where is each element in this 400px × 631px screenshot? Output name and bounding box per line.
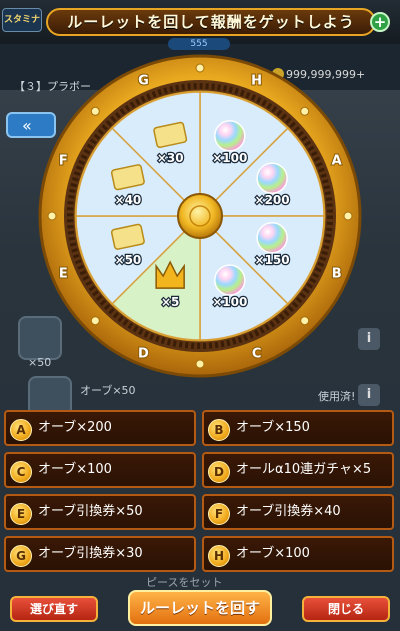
rim-letter: D [138,347,149,362]
wheel-hub[interactable] [177,193,223,239]
segment-label: ×40 [115,193,142,207]
rainbow-orb-icon [256,222,288,254]
rim-bolt [195,359,205,369]
close-button[interactable]: 閉じる [302,596,390,622]
stamina-badge: スタミナ [2,8,42,32]
letter-badge-icon: F [208,503,230,525]
reward-text: オーブ×150 [236,420,310,435]
reward-item-f: F オーブ引換券×40 [202,494,394,530]
spin-roulette-button[interactable]: ルーレットを回す [128,590,272,626]
rim-bolt [195,63,205,73]
segment-label: ×200 [255,193,290,207]
reward-text: オーブ×200 [38,420,112,435]
reward-text: オーブ×100 [236,546,310,561]
reward-text: オーブ×100 [38,462,112,477]
reward-text: オーブ引換券×50 [38,504,143,519]
letter-badge-icon: G [10,545,32,567]
sub-counter: 555 [168,38,230,50]
rim-bolt [300,316,310,326]
reward-item-a: A オーブ×200 [4,410,196,446]
double-left-arrow-icon: « [22,116,32,135]
reward-item-b: B オーブ×150 [202,410,394,446]
reward-text: オーブ引換券×30 [38,546,143,561]
item-label: オーブ×50 [80,384,136,397]
rainbow-orb-icon [214,264,246,296]
rim-bolt [90,106,100,116]
used-label: 使用済! [318,390,356,403]
segment-label: ×50 [115,253,142,267]
rim-bolt [300,106,310,116]
rainbow-orb-icon [256,162,288,194]
roulette-wheel: ×100 ×200 ×150 ×100 ×5 ×50 ×40 ×30 H A B C D E F G [38,54,362,378]
letter-badge-icon: A [10,419,32,441]
letter-badge-icon: H [208,545,230,567]
reward-item-h: H オーブ×100 [202,536,394,572]
reward-item-e: E オーブ引換券×50 [4,494,196,530]
rim-bolt [343,211,353,221]
reselect-button[interactable]: 選び直す [10,596,98,622]
rim-letter: G [138,73,149,88]
letter-badge-icon: B [208,419,230,441]
segment-label: ×100 [212,295,247,309]
title-banner: ルーレットを回して報酬をゲットしよう [46,8,376,36]
reward-item-c: C オーブ×100 [4,452,196,488]
reward-text: オールα10連ガチャ×5 [236,462,372,477]
rim-letter: B [332,267,342,282]
rainbow-orb-icon [214,120,246,152]
rim-bolt [90,316,100,326]
info-icon[interactable]: i [358,384,380,406]
reward-item-d: D オールα10連ガチャ×5 [202,452,394,488]
rim-letter: F [59,153,68,168]
reward-item-g: G オーブ引換券×30 [4,536,196,572]
page-title: ルーレットを回して報酬をゲットしよう [67,13,355,31]
rim-letter: H [251,73,262,88]
letter-badge-icon: E [10,503,32,525]
segment-label: ×5 [161,295,179,309]
rim-letter: C [252,347,262,362]
letter-badge-icon: C [10,461,32,483]
rim-bolt [47,211,57,221]
rim-letter: E [59,267,68,282]
segment-label: ×150 [255,253,290,267]
segment-label: ×100 [212,151,247,165]
rim-letter: A [332,153,342,168]
reward-text: オーブ引換券×40 [236,504,341,519]
letter-badge-icon: D [208,461,230,483]
segment-label: ×30 [157,151,184,165]
reward-list: A オーブ×200 B オーブ×150 C オーブ×100 D オールα10連ガ… [4,410,396,578]
add-stamina-button[interactable]: + [370,12,390,32]
